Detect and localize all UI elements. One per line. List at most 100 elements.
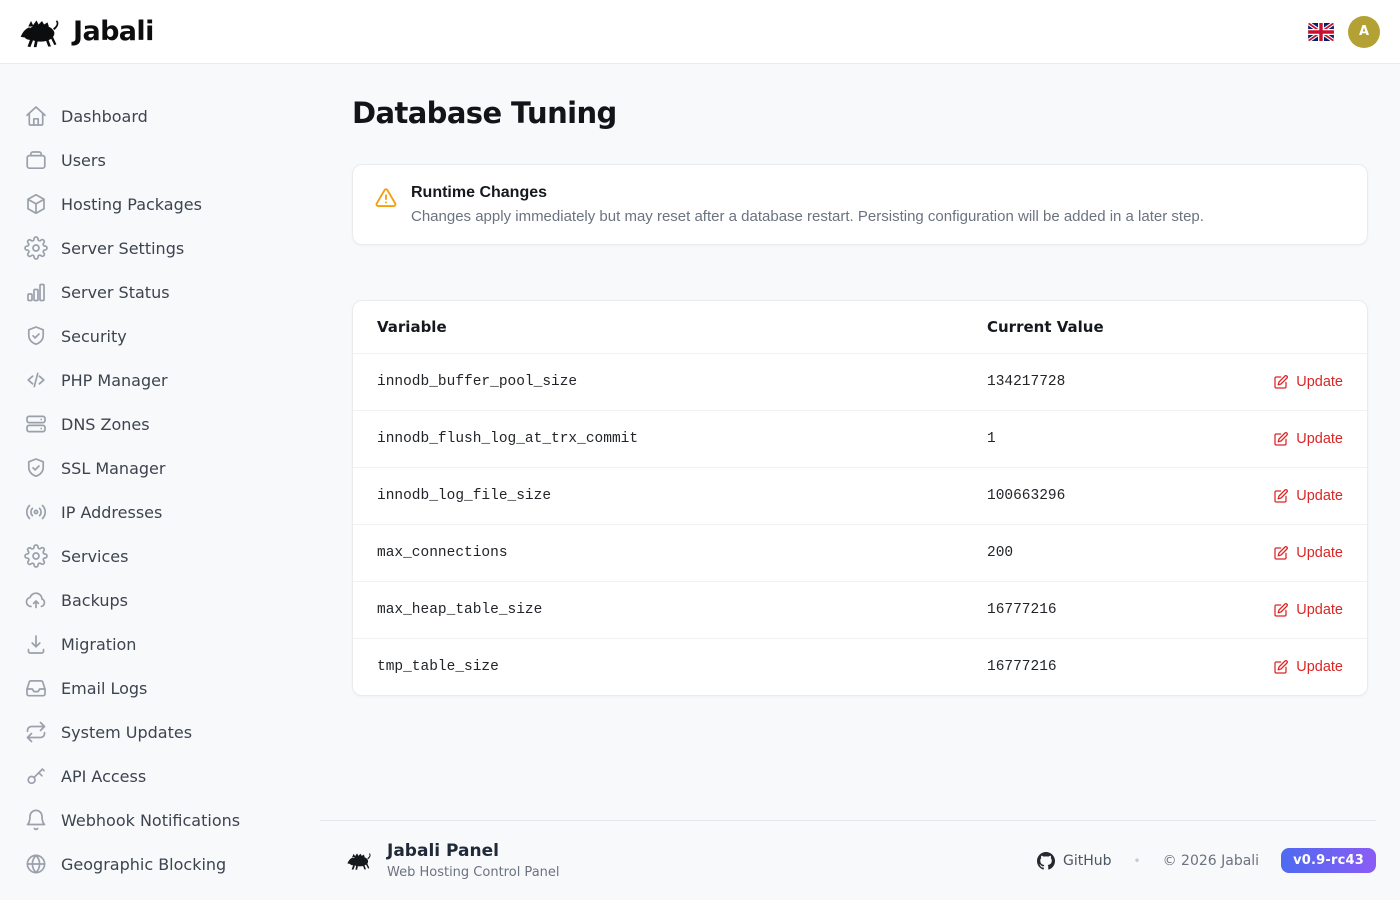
- sidebar-item-label: System Updates: [61, 723, 192, 742]
- edit-icon: [1273, 374, 1289, 390]
- version-badge: v0.9-rc43: [1281, 848, 1376, 873]
- update-button-label: Update: [1296, 602, 1343, 618]
- variable-name: max_heap_table_size: [377, 602, 987, 618]
- footer-tagline: Web Hosting Control Panel: [387, 865, 560, 880]
- sidebar-item-migration[interactable]: Migration: [0, 622, 320, 666]
- update-button[interactable]: Update: [1273, 545, 1343, 561]
- update-button-label: Update: [1296, 659, 1343, 675]
- inbox-icon: [24, 676, 48, 700]
- edit-icon: [1273, 659, 1289, 675]
- brand-logo[interactable]: Jabali: [20, 15, 154, 49]
- brand-name: Jabali: [73, 16, 154, 47]
- sidebar-item-ssl-manager[interactable]: SSL Manager: [0, 446, 320, 490]
- sidebar-item-label: Migration: [61, 635, 136, 654]
- warning-title: Runtime Changes: [411, 182, 1204, 203]
- shield-check-icon: [24, 456, 48, 480]
- package-icon: [24, 192, 48, 216]
- app-footer: Jabali Panel Web Hosting Control Panel G…: [320, 820, 1376, 900]
- sidebar-item-dns-zones[interactable]: DNS Zones: [0, 402, 320, 446]
- sidebar-item-label: DNS Zones: [61, 415, 150, 434]
- sidebar-item-label: Email Logs: [61, 679, 147, 698]
- table-row: tmp_table_size 16777216 Update: [353, 638, 1367, 695]
- shield-check-icon: [24, 324, 48, 348]
- warning-message: Changes apply immediately but may reset …: [411, 207, 1204, 227]
- update-button[interactable]: Update: [1273, 659, 1343, 675]
- update-button-label: Update: [1296, 488, 1343, 504]
- boar-logo-icon: [20, 15, 64, 49]
- variable-name: tmp_table_size: [377, 659, 987, 675]
- footer-separator-dot: •: [1134, 854, 1141, 868]
- sidebar-item-php-manager[interactable]: PHP Manager: [0, 358, 320, 402]
- sidebar-item-email-logs[interactable]: Email Logs: [0, 666, 320, 710]
- sidebar: Dashboard Users Hosting Packages Server …: [0, 64, 320, 900]
- update-button[interactable]: Update: [1273, 488, 1343, 504]
- code-icon: [24, 368, 48, 392]
- sidebar-item-label: SSL Manager: [61, 459, 165, 478]
- update-button-label: Update: [1296, 374, 1343, 390]
- edit-icon: [1273, 545, 1289, 561]
- variable-value: 134217728: [987, 374, 1273, 390]
- update-button[interactable]: Update: [1273, 431, 1343, 447]
- bell-icon: [24, 808, 48, 832]
- variable-name: innodb_flush_log_at_trx_commit: [377, 431, 987, 447]
- language-switcher-uk-flag-icon[interactable]: [1308, 23, 1334, 41]
- sidebar-item-dashboard[interactable]: Dashboard: [0, 94, 320, 138]
- runtime-changes-warning-card: Runtime Changes Changes apply immediatel…: [352, 164, 1368, 245]
- sidebar-item-label: Security: [61, 327, 127, 346]
- table-row: innodb_buffer_pool_size 134217728 Update: [353, 353, 1367, 410]
- github-icon: [1037, 852, 1055, 870]
- user-avatar[interactable]: A: [1348, 16, 1380, 48]
- radio-icon: [24, 500, 48, 524]
- sidebar-item-label: Server Status: [61, 283, 170, 302]
- refresh-icon: [24, 720, 48, 744]
- sidebar-item-label: Backups: [61, 591, 128, 610]
- github-link[interactable]: GitHub: [1037, 852, 1112, 870]
- sidebar-item-security[interactable]: Security: [0, 314, 320, 358]
- table-row: max_heap_table_size 16777216 Update: [353, 581, 1367, 638]
- sidebar-item-services[interactable]: Services: [0, 534, 320, 578]
- warning-triangle-icon: [375, 187, 397, 209]
- page-title: Database Tuning: [352, 97, 1368, 130]
- sidebar-item-system-updates[interactable]: System Updates: [0, 710, 320, 754]
- sidebar-item-label: Services: [61, 547, 128, 566]
- sidebar-item-label: API Access: [61, 767, 146, 786]
- sidebar-item-server-settings[interactable]: Server Settings: [0, 226, 320, 270]
- table-header-row: Variable Current Value: [353, 301, 1367, 353]
- github-link-label: GitHub: [1063, 853, 1112, 869]
- edit-icon: [1273, 488, 1289, 504]
- column-header-current-value: Current Value: [987, 318, 1343, 336]
- variables-table: Variable Current Value innodb_buffer_poo…: [352, 300, 1368, 696]
- app-header: Jabali A: [0, 0, 1400, 64]
- cloud-upload-icon: [24, 588, 48, 612]
- sidebar-item-backups[interactable]: Backups: [0, 578, 320, 622]
- sidebar-item-geographic-blocking[interactable]: Geographic Blocking: [0, 842, 320, 886]
- home-icon: [24, 104, 48, 128]
- sidebar-item-label: PHP Manager: [61, 371, 168, 390]
- footer-brand: Jabali Panel: [387, 842, 560, 861]
- gear-icon: [24, 236, 48, 260]
- sidebar-item-label: Users: [61, 151, 106, 170]
- variable-name: innodb_log_file_size: [377, 488, 987, 504]
- update-button[interactable]: Update: [1273, 602, 1343, 618]
- sidebar-item-label: Dashboard: [61, 107, 148, 126]
- sidebar-item-users[interactable]: Users: [0, 138, 320, 182]
- sidebar-item-label: Geographic Blocking: [61, 855, 226, 874]
- sidebar-item-server-status[interactable]: Server Status: [0, 270, 320, 314]
- sidebar-item-webhook-notifications[interactable]: Webhook Notifications: [0, 798, 320, 842]
- sidebar-item-ip-addresses[interactable]: IP Addresses: [0, 490, 320, 534]
- variable-name: max_connections: [377, 545, 987, 561]
- bar-chart-icon: [24, 280, 48, 304]
- variable-value: 1: [987, 431, 1273, 447]
- sidebar-item-hosting-packages[interactable]: Hosting Packages: [0, 182, 320, 226]
- copyright-text: © 2026 Jabali: [1163, 853, 1259, 869]
- globe-icon: [24, 852, 48, 876]
- sidebar-item-label: Hosting Packages: [61, 195, 202, 214]
- update-button[interactable]: Update: [1273, 374, 1343, 390]
- edit-icon: [1273, 431, 1289, 447]
- variable-value: 100663296: [987, 488, 1273, 504]
- boar-logo-icon: [347, 850, 374, 871]
- wallet-icon: [24, 148, 48, 172]
- variable-value: 200: [987, 545, 1273, 561]
- sidebar-item-api-access[interactable]: API Access: [0, 754, 320, 798]
- table-row: innodb_flush_log_at_trx_commit 1 Update: [353, 410, 1367, 467]
